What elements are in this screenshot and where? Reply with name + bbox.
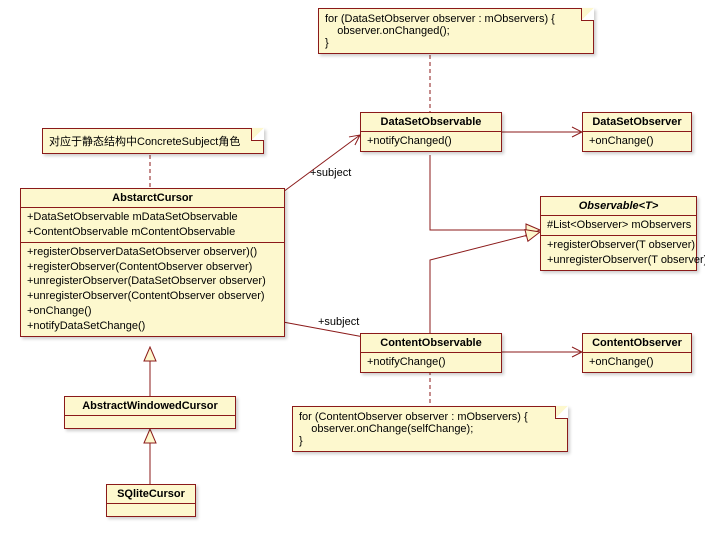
class-operations: +onChange() xyxy=(583,132,691,151)
code-line: for (DataSetObserver observer : mObserve… xyxy=(325,13,587,25)
code-line: observer.onChanged(); xyxy=(325,25,587,37)
class-content-observable: ContentObservable +notifyChange() xyxy=(360,333,502,373)
note-text: 对应于静态结构中ConcreteSubject角色 xyxy=(49,133,257,149)
class-abstract-cursor: AbstarctCursor +DataSetObservable mDataS… xyxy=(20,188,285,337)
class-title: ContentObservable xyxy=(361,334,501,353)
op: +onChange() xyxy=(27,304,278,319)
class-title: DataSetObserver xyxy=(583,113,691,132)
empty-section xyxy=(107,504,195,516)
class-title: AbstractWindowedCursor xyxy=(65,397,235,416)
code-line: observer.onChange(selfChange); xyxy=(299,423,561,435)
class-operations: +notifyChanged() xyxy=(361,132,501,151)
attr: #List<Observer> mObservers xyxy=(547,218,690,233)
empty-section xyxy=(65,416,235,428)
class-attributes: +DataSetObservable mDataSetObservable +C… xyxy=(21,208,284,243)
op: +onChange() xyxy=(589,355,685,370)
class-title: Observable<T> xyxy=(541,197,696,216)
class-operations: +notifyChange() xyxy=(361,353,501,372)
class-dataset-observable: DataSetObservable +notifyChanged() xyxy=(360,112,502,152)
code-line: for (ContentObserver observer : mObserve… xyxy=(299,411,561,423)
op: +unregisterObserver(DataSetObserver obse… xyxy=(27,274,278,289)
class-attributes: #List<Observer> mObservers xyxy=(541,216,696,236)
note-concrete-subject: 对应于静态结构中ConcreteSubject角色 xyxy=(42,128,264,154)
class-title: ContentObserver xyxy=(583,334,691,353)
code-line: } xyxy=(325,37,587,49)
class-sqlite-cursor: SQliteCursor xyxy=(106,484,196,517)
class-abstract-windowed-cursor: AbstractWindowedCursor xyxy=(64,396,236,429)
op: +registerObserver(T observer) xyxy=(547,238,690,253)
class-operations: +registerObserver(T observer) +unregiste… xyxy=(541,236,696,270)
op: +notifyDataSetChange() xyxy=(27,319,278,334)
op: +registerObserverDataSetObserver observe… xyxy=(27,245,278,260)
class-content-observer: ContentObserver +onChange() xyxy=(582,333,692,373)
class-title: DataSetObservable xyxy=(361,113,501,132)
class-operations: +onChange() xyxy=(583,353,691,372)
class-dataset-observer: DataSetObserver +onChange() xyxy=(582,112,692,152)
op: +notifyChanged() xyxy=(367,134,495,149)
op: +registerObserver(ContentObserver observ… xyxy=(27,260,278,275)
attr: +DataSetObservable mDataSetObservable xyxy=(27,210,278,225)
class-title: SQliteCursor xyxy=(107,485,195,504)
class-title: AbstarctCursor xyxy=(21,189,284,208)
note-dataset-loop: for (DataSetObserver observer : mObserve… xyxy=(318,8,594,54)
code-line: } xyxy=(299,435,561,447)
note-content-loop: for (ContentObserver observer : mObserve… xyxy=(292,406,568,452)
class-observable-t: Observable<T> #List<Observer> mObservers… xyxy=(540,196,697,271)
label-subject-1: +subject xyxy=(310,167,351,179)
label-subject-2: +subject xyxy=(318,316,359,328)
op: +notifyChange() xyxy=(367,355,495,370)
op: +unregisterObserver(T observer) xyxy=(547,253,690,268)
op: +onChange() xyxy=(589,134,685,149)
op: +unregisterObserver(ContentObserver obse… xyxy=(27,289,278,304)
class-operations: +registerObserverDataSetObserver observe… xyxy=(21,243,284,336)
attr: +ContentObservable mContentObservable xyxy=(27,225,278,240)
